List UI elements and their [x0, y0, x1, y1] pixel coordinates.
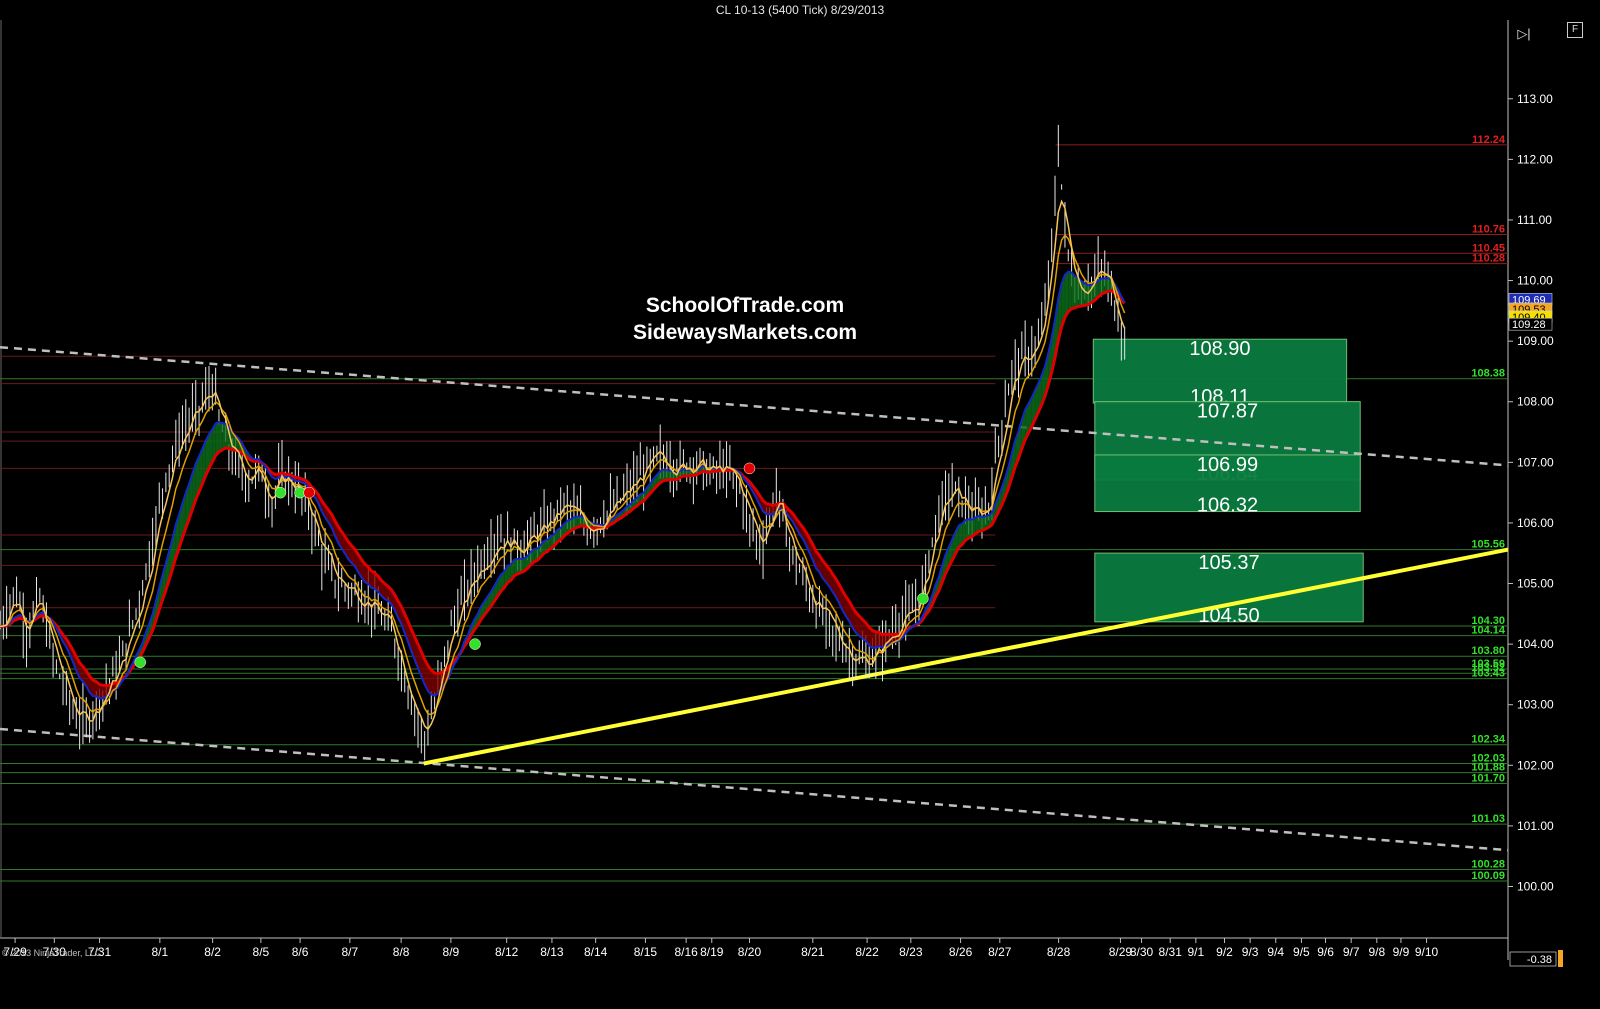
x-tick-label: 8/5 — [253, 945, 270, 959]
x-tick-label: 8/15 — [634, 945, 658, 959]
x-tick-label: 8/19 — [700, 945, 724, 959]
support-label: 103.43 — [1471, 668, 1505, 680]
resistance-label: 112.24 — [1472, 134, 1506, 146]
x-tick-label: 9/6 — [1317, 945, 1334, 959]
signal-dot — [743, 462, 756, 475]
zone-top-label: 107.87 — [1197, 401, 1258, 423]
x-tick-label: 8/8 — [393, 945, 410, 959]
y-tick-label: 108.00 — [1517, 395, 1554, 409]
watermark: SchoolOfTrade.com SidewaysMarkets.com — [560, 292, 930, 346]
x-tick-label: 8/9 — [443, 945, 460, 959]
y-tick-label: 110.00 — [1517, 274, 1553, 288]
x-tick-label: 8/2 — [204, 945, 221, 959]
average-ribbon — [1081, 281, 1085, 307]
x-tick-label: 8/14 — [584, 945, 608, 959]
y-tick-label: 100.00 — [1517, 879, 1554, 893]
x-tick-label: 8/21 — [801, 945, 825, 959]
x-tick-label: 8/16 — [674, 945, 698, 959]
x-tick-label: 8/13 — [540, 945, 564, 959]
support-label: 101.70 — [1471, 772, 1505, 784]
current-price-label: 109.28 — [1512, 319, 1546, 331]
signal-dot — [303, 486, 315, 499]
average-ribbon — [875, 631, 880, 648]
y-tick-label: 106.00 — [1517, 516, 1554, 530]
x-tick-label: 8/31 — [1159, 945, 1183, 959]
f-button[interactable]: F — [1567, 22, 1583, 38]
y-tick-label: 105.00 — [1517, 577, 1554, 591]
support-label: 105.56 — [1471, 539, 1505, 551]
support-label: 101.03 — [1471, 813, 1505, 825]
x-tick-label: 8/7 — [342, 945, 359, 959]
x-tick-label: 8/22 — [855, 945, 879, 959]
x-tick-label: 8/30 — [1130, 945, 1154, 959]
y-tick-label: 112.00 — [1517, 152, 1553, 166]
y-tick-label: 107.00 — [1517, 455, 1554, 469]
y-tick-label: 102.00 — [1517, 758, 1554, 772]
x-tick-label: 8/23 — [899, 945, 923, 959]
bottom-readout-marker — [1558, 950, 1563, 967]
signal-dot — [917, 592, 929, 605]
y-tick-label: 113.00 — [1517, 92, 1553, 106]
average-ribbon — [1068, 271, 1072, 312]
support-label: 102.34 — [1471, 734, 1506, 746]
copyright-text: © 2013 NinjaTrader, LLC — [2, 948, 102, 958]
watermark-line-1: SchoolOfTrade.com — [645, 294, 845, 317]
average-ribbon — [434, 672, 438, 696]
x-tick-label: 8/6 — [292, 945, 309, 959]
support-label: 103.80 — [1471, 645, 1505, 657]
x-tick-label: 9/7 — [1343, 945, 1360, 959]
signal-dot — [274, 486, 287, 499]
resistance-label: 110.28 — [1472, 253, 1505, 265]
x-tick-label: 8/1 — [152, 945, 169, 959]
support-label: 104.14 — [1471, 625, 1506, 637]
x-tick-label: 9/8 — [1368, 945, 1385, 959]
y-tick-label: 101.00 — [1517, 819, 1554, 833]
zone-top-label: 105.37 — [1198, 552, 1259, 574]
x-tick-label: 9/3 — [1242, 945, 1259, 959]
x-tick-label: 9/2 — [1216, 945, 1233, 959]
average-ribbon — [1084, 283, 1089, 306]
zone-top-label: 106.99 — [1197, 454, 1258, 476]
bottom-readout: -0.38 — [1527, 954, 1552, 966]
x-tick-label: 8/20 — [738, 945, 762, 959]
x-tick-label: 9/10 — [1415, 945, 1439, 959]
resistance-label: 110.76 — [1472, 224, 1505, 236]
y-tick-label: 111.00 — [1517, 213, 1552, 227]
average-ribbon — [218, 422, 223, 452]
signal-dot — [469, 638, 481, 650]
x-tick-label: 9/4 — [1267, 945, 1284, 959]
average-ribbon — [1071, 272, 1075, 309]
signal-dot — [134, 656, 146, 669]
x-tick-label: 8/12 — [495, 945, 519, 959]
x-tick-label: 9/1 — [1188, 945, 1205, 959]
x-tick-label: 8/26 — [949, 945, 973, 959]
support-label: 100.09 — [1471, 870, 1505, 882]
average-ribbon — [222, 423, 226, 450]
average-ribbon — [1074, 276, 1079, 308]
window-title: CL 10-13 (5400 Tick) 8/29/2013 — [0, 0, 1600, 20]
x-tick-label: 8/27 — [988, 945, 1012, 959]
y-tick-label: 109.00 — [1517, 334, 1554, 348]
x-tick-label: 9/9 — [1393, 945, 1410, 959]
watermark-line-2: SidewaysMarkets.com — [632, 321, 858, 344]
support-label: 108.38 — [1471, 368, 1505, 380]
zone-bottom-label: 106.32 — [1197, 495, 1258, 517]
price-chart[interactable]: 100.00 101.00 102.00 103.00 104.00 105.00 106.… — [0, 0, 1600, 1009]
play-button[interactable]: ▷| — [1515, 26, 1533, 42]
y-tick-label: 104.00 — [1517, 637, 1554, 651]
y-tick-label: 103.00 — [1517, 698, 1554, 712]
x-tick-label: 8/28 — [1047, 945, 1071, 959]
zone-top-label: 108.90 — [1189, 338, 1250, 360]
average-ribbon — [978, 516, 983, 532]
x-tick-label: 9/5 — [1293, 945, 1310, 959]
support-label: 100.28 — [1471, 859, 1505, 871]
